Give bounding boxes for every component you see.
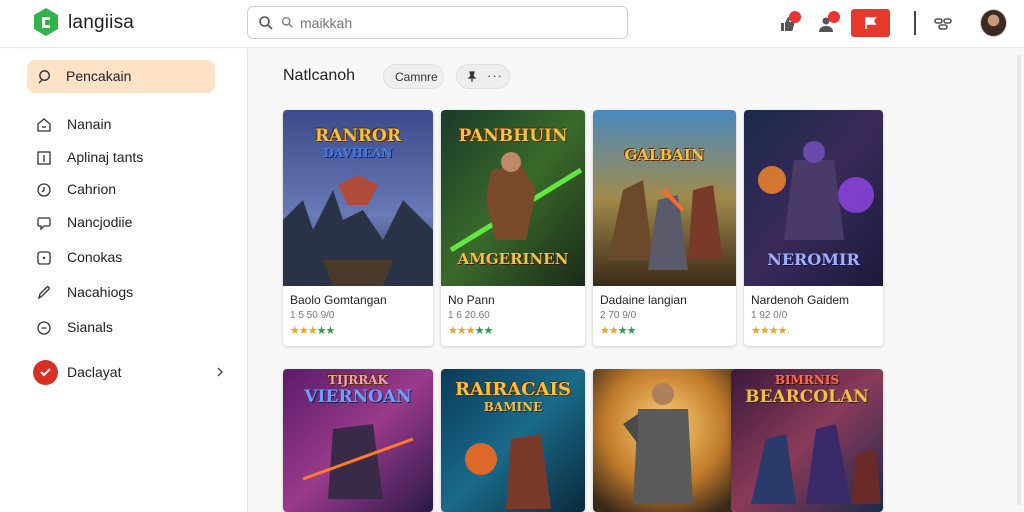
search-bar[interactable] — [247, 6, 628, 39]
game-meta: 2 70 9/0 — [600, 310, 637, 321]
sidebar-item-history[interactable]: Cahrion — [36, 180, 236, 200]
game-title: No Pann — [448, 293, 495, 307]
game-cover-image — [593, 369, 736, 512]
game-card[interactable]: BIMRNIS BEARCOLAN — [731, 369, 883, 512]
notifications-button[interactable] — [776, 11, 801, 36]
sidebar-item-label: Nacahiogs — [67, 284, 134, 300]
game-meta: 1 5 50 9/0 — [290, 310, 335, 321]
game-card[interactable]: PANBHUIN AMGERINEN No Pann 1 6 20.60 ★★★… — [441, 110, 585, 346]
filter-chip[interactable]: Camnre — [383, 64, 444, 89]
pen-icon — [37, 286, 50, 300]
game-meta: 1 6 20.60 — [448, 310, 490, 321]
sidebar-item-label: Nancjodiie — [67, 214, 133, 230]
toolbar-divider — [914, 11, 916, 35]
sidebar-footer-item[interactable]: Daclayat — [33, 359, 233, 387]
home-icon — [37, 118, 51, 132]
cover-subtitle: NEROMIR — [767, 250, 860, 269]
search-icon — [259, 16, 273, 30]
game-card[interactable] — [593, 369, 736, 512]
profile-alerts-button[interactable] — [815, 11, 840, 36]
record-button[interactable] — [851, 9, 890, 37]
check-badge-icon — [33, 360, 58, 385]
rating-stars: ★★★★ — [600, 325, 636, 337]
sidebar-item-label: Cahrion — [67, 181, 117, 197]
game-card[interactable]: GALBAIN Dadaine langian 2 70 9/0 ★★★★ — [593, 110, 736, 346]
options-chip[interactable]: ··· — [456, 64, 510, 89]
sidebar: Pencakain Nanain Aplinaj tants Cahrion N… — [0, 49, 248, 512]
link-icon[interactable] — [934, 15, 952, 33]
game-title: Nardenoh Gaidem — [751, 293, 850, 307]
sidebar-item-label: Nanain — [67, 116, 112, 132]
square-icon — [37, 251, 51, 265]
top-bar: langiisa — [0, 0, 1024, 48]
cover-subtitle: VIERNOAN — [304, 387, 412, 407]
cover-title: RAIRACAIS — [455, 379, 571, 400]
sidebar-footer-label: Daclayat — [67, 364, 122, 380]
game-meta: 1 92 0/0 — [751, 310, 788, 321]
clock-icon — [37, 183, 51, 197]
page-title: Natlcanoh — [283, 67, 356, 84]
pin-icon — [467, 71, 477, 82]
filter-chip-label: Camnre — [395, 70, 438, 84]
rating-stars: ★★★★★ — [290, 325, 335, 337]
alert-badge — [828, 11, 840, 23]
scrollbar[interactable] — [1017, 55, 1021, 505]
chat-icon — [37, 217, 51, 231]
game-cover-image — [593, 110, 736, 286]
game-title: Baolo Gomtangan — [290, 293, 387, 307]
sidebar-item-edit[interactable]: Nacahiogs — [36, 283, 236, 303]
search-icon-secondary — [281, 16, 293, 28]
sidebar-item-collections[interactable]: Conokas — [36, 248, 236, 268]
minus-circle-icon — [37, 321, 51, 335]
cover-title: BIMRNIS — [774, 373, 840, 387]
sidebar-item-active[interactable]: Pencakain — [27, 60, 215, 93]
sidebar-item-label: Pencakain — [66, 68, 132, 84]
game-title: Dadaine langian — [600, 293, 687, 307]
cover-title: GALBAIN — [624, 146, 705, 164]
sidebar-item-signals[interactable]: Sianals — [36, 318, 236, 338]
cover-subtitle: BAMINE — [483, 400, 543, 414]
sidebar-item-messages[interactable]: Nancjodiie — [36, 213, 236, 233]
app-title: langiisa — [68, 12, 135, 33]
sidebar-item-label: Sianals — [67, 319, 113, 335]
user-avatar[interactable] — [980, 9, 1007, 37]
cover-subtitle: DAVHEAN — [323, 146, 393, 160]
cover-title: TIJRRAK — [328, 373, 388, 387]
game-card[interactable]: TIJRRAK VIERNOAN — [283, 369, 433, 512]
notification-badge — [789, 11, 801, 23]
cover-subtitle: AMGERINEN — [457, 250, 569, 268]
cover-subtitle: BEARCOLAN — [745, 387, 869, 407]
chevron-right-icon[interactable] — [215, 366, 225, 378]
sidebar-item-home[interactable]: Nanain — [36, 115, 236, 135]
cover-title: RANROR — [315, 126, 401, 146]
sidebar-item-label: Conokas — [67, 249, 123, 265]
cover-title: PANBHUIN — [458, 126, 568, 146]
game-card[interactable]: RANROR DAVHEAN Baolo Gomtangan 1 5 50 9/… — [283, 110, 433, 346]
game-card[interactable]: NEROMIR Nardenoh Gaidem 1 92 0/0 ★★★★˒ — [744, 110, 883, 346]
rating-stars: ★★★★˒ — [751, 325, 790, 337]
game-card[interactable]: RAIRACAIS BAMINE — [441, 369, 585, 512]
rating-stars: ★★★★★ — [448, 325, 493, 337]
sidebar-item-apps[interactable]: Aplinaj tants — [36, 148, 236, 168]
sidebar-item-label: Aplinaj tants — [67, 149, 144, 165]
more-icon: ··· — [487, 68, 503, 83]
search-icon — [38, 70, 50, 84]
app-logo-icon[interactable] — [32, 7, 60, 37]
search-input[interactable] — [300, 11, 620, 35]
apps-icon — [37, 151, 51, 165]
flag-icon — [865, 17, 877, 29]
